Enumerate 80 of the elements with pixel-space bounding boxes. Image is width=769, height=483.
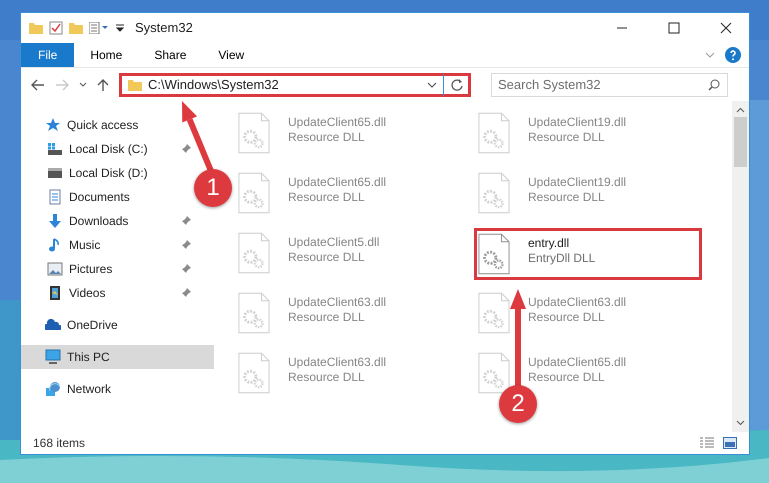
file-type: Resource DLL <box>528 190 606 205</box>
up-arrow-icon <box>97 78 109 92</box>
minimize-icon <box>616 27 628 29</box>
star-icon <box>45 117 61 133</box>
file-type: Resource DLL <box>528 370 606 385</box>
folder-icon <box>128 78 142 90</box>
pin-icon[interactable] <box>181 240 191 250</box>
file-name[interactable]: UpdateClient63.dll <box>528 295 626 310</box>
address-bar[interactable]: C:\Windows\System32 <box>119 72 471 96</box>
file-menu-tab[interactable]: File <box>21 43 74 67</box>
file-name[interactable]: UpdateClient63.dll <box>288 355 386 370</box>
download-icon <box>47 213 63 229</box>
nav-item[interactable]: Documents <box>21 185 136 209</box>
file-name[interactable]: UpdateClient19.dll <box>528 175 626 190</box>
file-type: Resource DLL <box>528 130 606 145</box>
refresh-icon[interactable] <box>450 78 464 92</box>
close-icon <box>720 22 732 34</box>
nav-item[interactable]: OneDrive <box>21 313 124 337</box>
ribbon-tab[interactable]: Share <box>138 43 202 67</box>
file-name[interactable]: UpdateClient19.dll <box>528 115 626 130</box>
search-icon <box>708 78 720 90</box>
file-type: Resource DLL <box>288 190 366 205</box>
nav-item[interactable]: Network <box>21 377 118 401</box>
pin-icon[interactable] <box>181 288 191 298</box>
dll-file-icon <box>478 232 510 276</box>
drive-icon <box>47 165 63 181</box>
file-name[interactable]: UpdateClient65.dll <box>288 175 386 190</box>
nav-item[interactable]: Videos <box>21 281 112 305</box>
scroll-thumb[interactable] <box>734 117 747 167</box>
help-icon[interactable] <box>725 47 741 63</box>
file-type: Resource DLL <box>288 130 366 145</box>
item-count: 168 items <box>33 435 86 452</box>
ribbon-tab[interactable]: Home <box>74 43 138 67</box>
file-name[interactable]: UpdateClient65.dll <box>288 115 386 130</box>
nav-item[interactable]: Local Disk (D:) <box>21 161 154 185</box>
file-type: EntryDll DLL <box>528 251 596 266</box>
properties-icon[interactable] <box>89 22 109 34</box>
expand-ribbon-icon[interactable] <box>705 52 715 58</box>
file-type: Resource DLL <box>288 370 366 385</box>
file-name: entry.dll <box>528 236 570 251</box>
file-name[interactable]: UpdateClient65.dll <box>528 355 626 370</box>
nav-item[interactable]: Downloads <box>21 209 134 233</box>
nav-item[interactable]: This PC <box>21 345 214 369</box>
file-name[interactable]: UpdateClient63.dll <box>288 295 386 310</box>
picture-icon <box>47 261 63 277</box>
file-type: Resource DLL <box>288 250 366 265</box>
pointer-arrow <box>182 101 214 172</box>
nav-item[interactable]: Quick access <box>21 113 144 137</box>
nav-item[interactable]: Music <box>21 233 106 257</box>
maximize-icon <box>668 22 680 34</box>
scroll-down-icon[interactable] <box>736 420 745 426</box>
nav-item[interactable]: Local Disk (C:) <box>21 137 154 161</box>
monitor-icon <box>45 349 61 365</box>
scrollbar[interactable] <box>732 101 749 432</box>
file-type: Resource DLL <box>288 310 366 325</box>
nav-item[interactable]: Pictures <box>21 257 118 281</box>
back-arrow-icon <box>31 78 45 90</box>
pin-icon[interactable] <box>181 264 191 274</box>
film-icon <box>47 285 63 301</box>
drive-icon <box>47 141 63 157</box>
dropdown-icon[interactable] <box>427 82 437 88</box>
file-item[interactable]: entry.dll EntryDll DLL <box>474 228 702 280</box>
window-title: System32 <box>135 19 193 38</box>
checklist-icon[interactable] <box>49 21 63 35</box>
file-name[interactable]: UpdateClient5.dll <box>288 235 380 250</box>
dropdown-icon[interactable] <box>115 23 125 33</box>
pin-icon[interactable] <box>181 216 191 226</box>
cloud-icon <box>45 317 61 333</box>
network-icon <box>45 381 61 397</box>
large-icons-view-icon[interactable] <box>723 437 737 449</box>
file-type: Resource DLL <box>528 310 606 325</box>
ribbon-tab[interactable]: View <box>202 43 260 67</box>
caret-icon <box>79 82 87 88</box>
scroll-up-icon[interactable] <box>736 107 745 113</box>
details-view-icon[interactable] <box>699 437 715 449</box>
dll-file-icon[interactable] <box>478 351 510 395</box>
pin-icon[interactable] <box>181 144 191 154</box>
search-field[interactable]: Search System32 <box>491 72 728 96</box>
forward-arrow-icon <box>55 78 69 90</box>
document-icon <box>47 189 63 205</box>
